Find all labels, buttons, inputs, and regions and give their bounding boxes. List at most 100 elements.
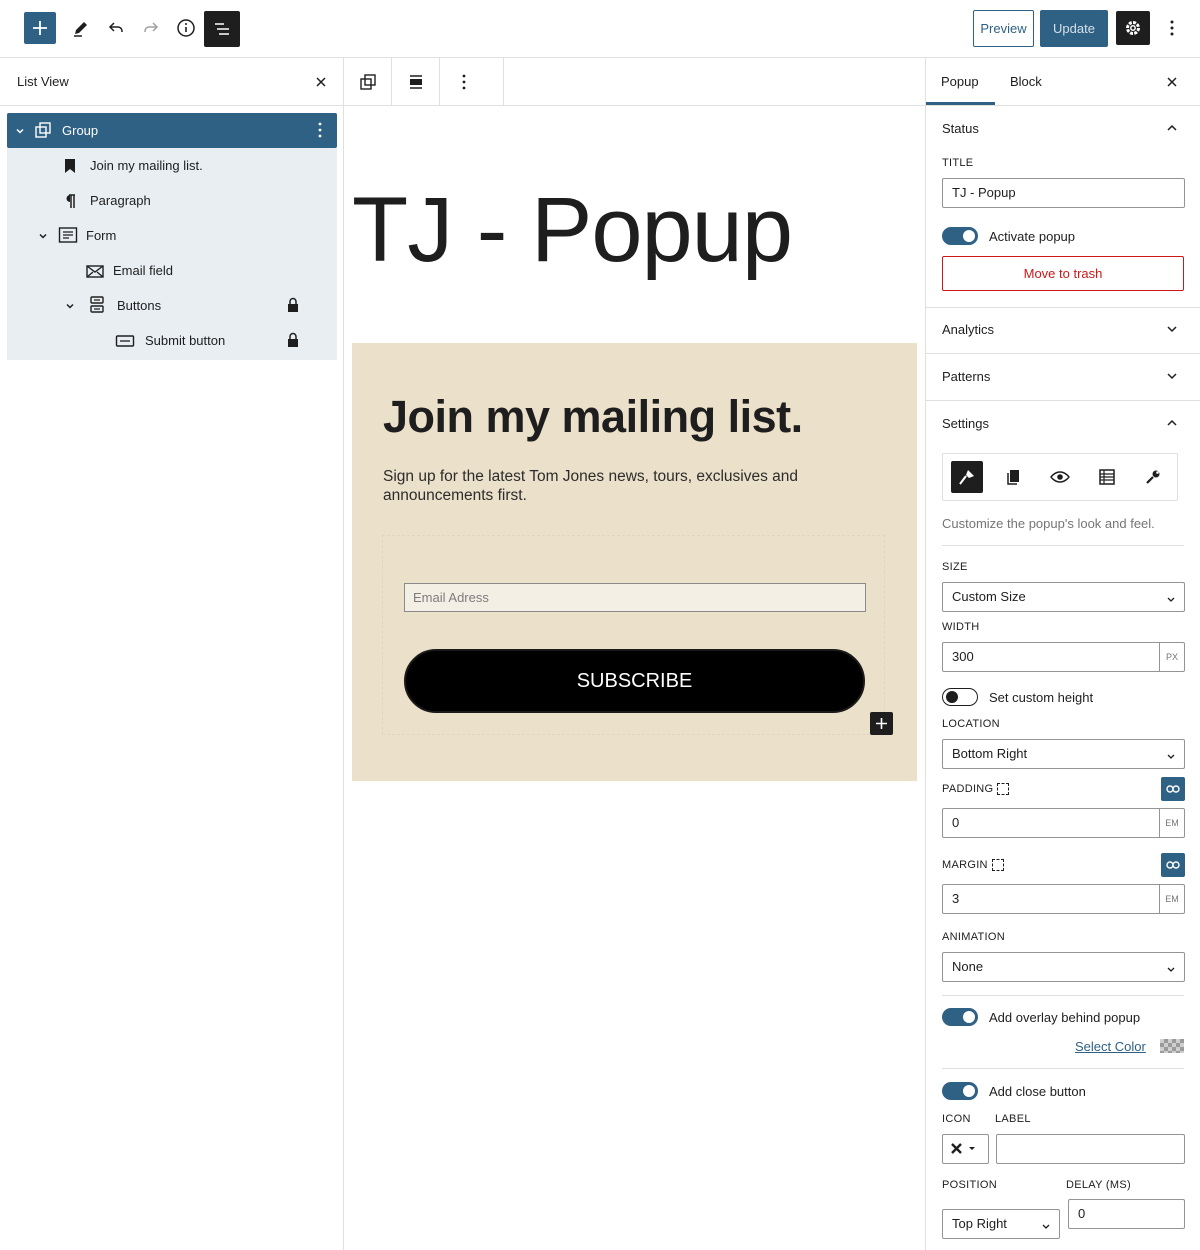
post-title[interactable]: TJ - Popup: [352, 184, 793, 276]
lock-icon: [287, 297, 299, 313]
panel-title: Analytics: [942, 322, 995, 337]
envelope-icon: [85, 261, 105, 281]
editor-top-bar: Preview Update: [0, 0, 1200, 58]
gear-icon[interactable]: [1116, 11, 1150, 45]
animation-select[interactable]: None: [942, 952, 1185, 982]
add-block-icon[interactable]: [24, 12, 56, 44]
panel-title: Patterns: [942, 369, 991, 384]
bookmark-icon: [60, 156, 80, 176]
list-view-icon[interactable]: [204, 11, 240, 47]
list-item-label: Join my mailing list.: [90, 158, 203, 173]
pencil-icon[interactable]: [64, 11, 98, 45]
sides-icon: [992, 859, 1004, 871]
close-icon[interactable]: [1163, 73, 1181, 91]
chevron-down-icon[interactable]: [1165, 369, 1179, 383]
preview-button[interactable]: Preview: [973, 10, 1034, 47]
list-item-label: Buttons: [117, 298, 162, 313]
settings-sidebar: Popup Block Status TITLE TJ - Popup Acti…: [925, 58, 1200, 1250]
email-field[interactable]: Email Adress: [404, 583, 866, 612]
position-select[interactable]: Top Right: [942, 1209, 1060, 1239]
tab-block[interactable]: Block: [1010, 74, 1042, 89]
chevron-down-icon[interactable]: [1165, 322, 1179, 336]
chevron-down-icon[interactable]: [64, 300, 76, 312]
list-item-form[interactable]: Form: [7, 218, 337, 253]
position-label: POSITION: [942, 1179, 997, 1191]
popup-group-block[interactable]: Join my mailing list. Sign up for the la…: [352, 343, 917, 781]
overlay-label: Add overlay behind popup: [989, 1010, 1141, 1025]
panel-title: Settings: [942, 416, 989, 431]
group-icon: [33, 120, 53, 140]
activate-popup-toggle[interactable]: [942, 227, 978, 245]
info-icon[interactable]: [169, 11, 203, 45]
width-unit[interactable]: PX: [1160, 642, 1185, 672]
chevron-down-icon[interactable]: [14, 125, 26, 137]
list-view-title: List View: [17, 74, 69, 89]
eye-icon[interactable]: [1044, 461, 1076, 493]
table-icon[interactable]: [1091, 461, 1123, 493]
update-button[interactable]: Update: [1040, 10, 1108, 47]
padding-field[interactable]: 0: [942, 808, 1160, 838]
padding-unit[interactable]: EM: [1160, 808, 1185, 838]
wrench-icon[interactable]: [1137, 461, 1169, 493]
options-menu-icon[interactable]: [318, 122, 322, 141]
select-color-link[interactable]: Select Color: [1075, 1039, 1146, 1054]
editor-canvas: TJ - Popup Join my mailing list. Sign up…: [344, 58, 925, 1250]
paintbrush-icon[interactable]: [951, 461, 983, 493]
list-item-group[interactable]: Group: [7, 113, 337, 148]
margin-unit[interactable]: EM: [1160, 884, 1185, 914]
list-item-email-field[interactable]: Email field: [7, 253, 337, 288]
close-label-field[interactable]: [996, 1134, 1185, 1164]
position-select-value: Top Right: [952, 1216, 1007, 1231]
popup-heading[interactable]: Join my mailing list.: [383, 391, 803, 443]
delay-label: DELAY (MS): [1066, 1179, 1131, 1191]
move-to-trash-button[interactable]: Move to trash: [942, 256, 1184, 291]
link-icon[interactable]: [1161, 853, 1185, 877]
list-view-tree: Group Join my mailing list. Paragraph Fo…: [7, 113, 337, 360]
margin-label: MARGIN: [942, 859, 988, 871]
animation-select-value: None: [952, 959, 984, 974]
redo-icon[interactable]: [134, 11, 168, 45]
chevron-down-icon: [1166, 962, 1176, 972]
settings-panel-header[interactable]: Settings: [926, 401, 1200, 448]
margin-field[interactable]: 3: [942, 884, 1160, 914]
delay-field[interactable]: 0: [1068, 1199, 1185, 1229]
close-icon[interactable]: [312, 73, 330, 91]
size-select[interactable]: Custom Size: [942, 582, 1185, 612]
link-icon[interactable]: [1161, 777, 1185, 801]
chevron-down-icon: [1041, 1219, 1051, 1229]
add-block-icon[interactable]: [870, 712, 893, 735]
align-icon[interactable]: [392, 58, 440, 105]
chevron-up-icon[interactable]: [1165, 416, 1179, 430]
custom-height-toggle[interactable]: [942, 688, 978, 706]
size-select-value: Custom Size: [952, 589, 1026, 604]
list-item-label: Form: [86, 228, 117, 243]
divider: [942, 545, 1184, 546]
analytics-panel-header[interactable]: Analytics: [926, 307, 1200, 354]
subscribe-button[interactable]: SUBSCRIBE: [404, 649, 865, 713]
chevron-up-icon[interactable]: [1165, 121, 1179, 135]
overlay-toggle[interactable]: [942, 1008, 978, 1026]
sides-icon: [997, 783, 1009, 795]
list-item-label: Paragraph: [90, 193, 151, 208]
copy-icon[interactable]: [997, 461, 1029, 493]
color-swatch[interactable]: [1160, 1039, 1184, 1053]
close-button-toggle[interactable]: [942, 1082, 978, 1100]
list-item-paragraph[interactable]: Paragraph: [7, 183, 337, 218]
status-panel-header[interactable]: Status: [926, 106, 1200, 153]
list-item-submit-button[interactable]: Submit button: [7, 323, 337, 358]
list-item-buttons[interactable]: Buttons: [7, 288, 337, 323]
patterns-panel-header[interactable]: Patterns: [926, 354, 1200, 401]
options-menu-icon[interactable]: [1160, 11, 1184, 45]
options-menu-icon[interactable]: [440, 58, 488, 105]
title-field[interactable]: TJ - Popup: [942, 178, 1185, 208]
width-field[interactable]: 300: [942, 642, 1160, 672]
close-icon-picker[interactable]: [942, 1134, 989, 1164]
list-item-label: Submit button: [145, 333, 226, 348]
tab-popup[interactable]: Popup: [941, 74, 979, 89]
location-select[interactable]: Bottom Right: [942, 739, 1185, 769]
list-item-heading[interactable]: Join my mailing list.: [7, 148, 337, 183]
popup-paragraph[interactable]: Sign up for the latest Tom Jones news, t…: [383, 467, 833, 505]
group-icon[interactable]: [344, 58, 392, 105]
chevron-down-icon[interactable]: [37, 230, 49, 242]
undo-icon[interactable]: [99, 11, 133, 45]
